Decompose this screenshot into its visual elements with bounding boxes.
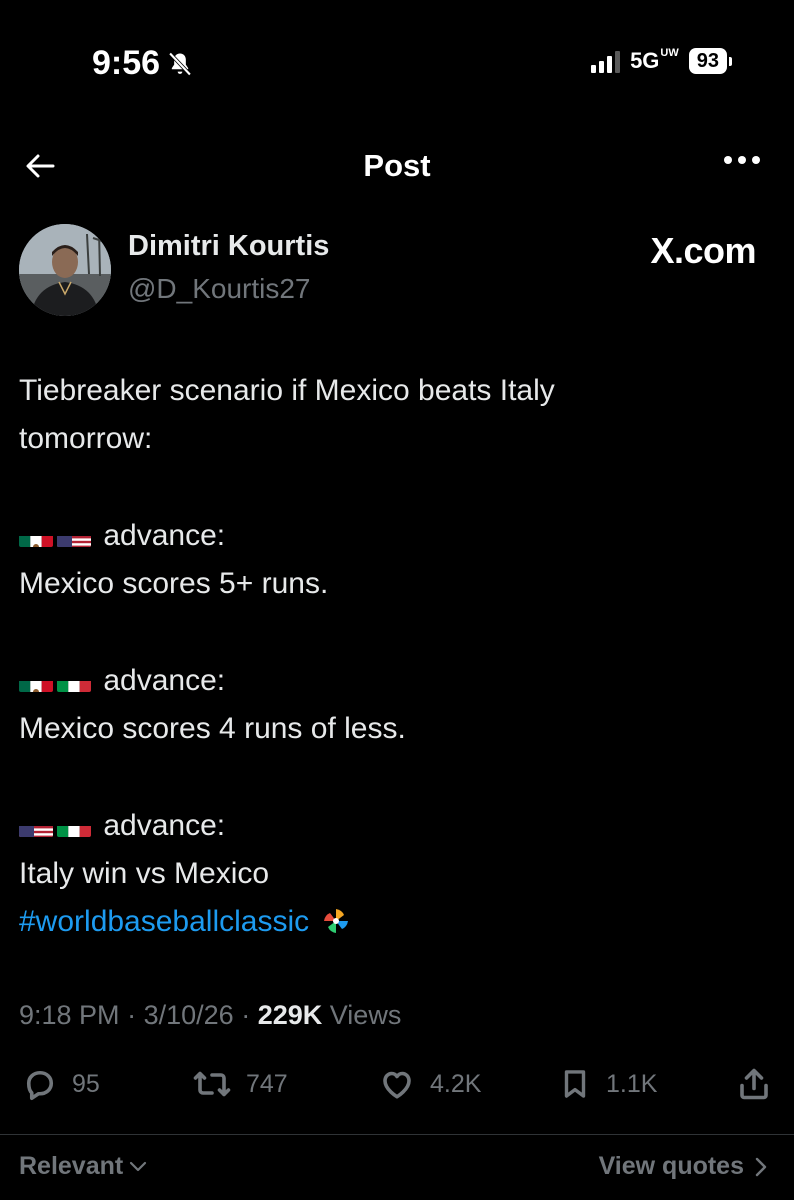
tweet-meta: 9:18 PM · 3/10/26 · 229K Views (19, 1000, 402, 1030)
more-options-icon[interactable] (724, 156, 760, 164)
bookmark-count: 1.1K (606, 1069, 658, 1098)
wbc-hashflag-icon (323, 909, 348, 933)
author-handle[interactable]: @D_Kourtis27 (128, 273, 311, 305)
hashtag-link[interactable]: #worldbaseballclassic (19, 905, 309, 938)
bookmark-button[interactable]: 1.1K (558, 1058, 657, 1110)
avatar[interactable] (19, 224, 111, 316)
like-button[interactable]: 4.2K (378, 1058, 481, 1110)
repost-button[interactable]: 747 (192, 1058, 288, 1110)
tweet-line: tomorrow: (19, 422, 153, 455)
scenario-label: advance: (103, 809, 226, 842)
view-quotes-link[interactable]: View quotes (599, 1152, 768, 1181)
page-title: Post (363, 148, 431, 183)
usa-flag-icon (19, 815, 53, 837)
action-bar: 95 747 4.2K 1.1K (0, 1058, 794, 1110)
divider (0, 1134, 794, 1135)
usa-flag-icon (57, 525, 91, 547)
bell-muted-icon (168, 51, 192, 76)
status-indicators: 5G UW 93 (591, 48, 732, 74)
chevron-right-icon (755, 1157, 767, 1176)
like-count: 4.2K (430, 1069, 482, 1098)
repost-count: 747 (246, 1069, 288, 1098)
sort-dropdown[interactable]: Relevant (19, 1152, 147, 1181)
scenario-2: advance: Mexico scores 4 runs of less. (19, 657, 769, 753)
scenario-detail: Italy win vs Mexico (19, 857, 270, 890)
network-indicator: 5G UW (630, 47, 679, 74)
repost-icon (193, 1071, 231, 1097)
italy-flag-icon (57, 670, 91, 692)
mexico-flag-icon (19, 670, 53, 692)
scenario-label: advance: (103, 664, 226, 697)
italy-flag-icon (57, 815, 91, 837)
reply-button[interactable]: 95 (22, 1058, 100, 1110)
view-quotes-label: View quotes (598, 1152, 744, 1180)
mexico-flag-icon (19, 525, 53, 547)
reply-count: 95 (72, 1069, 100, 1098)
status-time: 9:56 (92, 44, 194, 83)
chevron-down-icon (130, 1161, 147, 1171)
scenario-label: advance: (103, 519, 226, 552)
tweet-text: Tiebreaker scenario if Mexico beats Ital… (19, 367, 769, 463)
post-time: 9:18 PM (19, 1000, 120, 1030)
scenario-3: advance: Italy win vs Mexico #worldbaseb… (19, 802, 769, 946)
scenario-detail: Mexico scores 4 runs of less. (19, 712, 406, 745)
bookmark-icon (564, 1070, 586, 1098)
scenario-1: advance: Mexico scores 5+ runs. (19, 512, 769, 608)
tweet-line: Tiebreaker scenario if Mexico beats Ital… (19, 374, 555, 407)
cellular-signal-icon (591, 49, 621, 73)
share-button[interactable] (736, 1058, 772, 1110)
author-name[interactable]: Dimitri Kourtis (128, 230, 329, 263)
scenario-detail: Mexico scores 5+ runs. (19, 567, 329, 600)
heart-icon (383, 1071, 411, 1099)
views-count: 229K (257, 1000, 323, 1030)
reply-icon (26, 1070, 54, 1101)
share-icon (740, 1068, 768, 1100)
x-logo-brand: X.com (650, 230, 756, 271)
post-date: 3/10/26 (143, 1000, 234, 1030)
views-label: Views (329, 1000, 402, 1030)
sort-label: Relevant (19, 1152, 124, 1180)
battery-icon: 93 (688, 48, 732, 74)
